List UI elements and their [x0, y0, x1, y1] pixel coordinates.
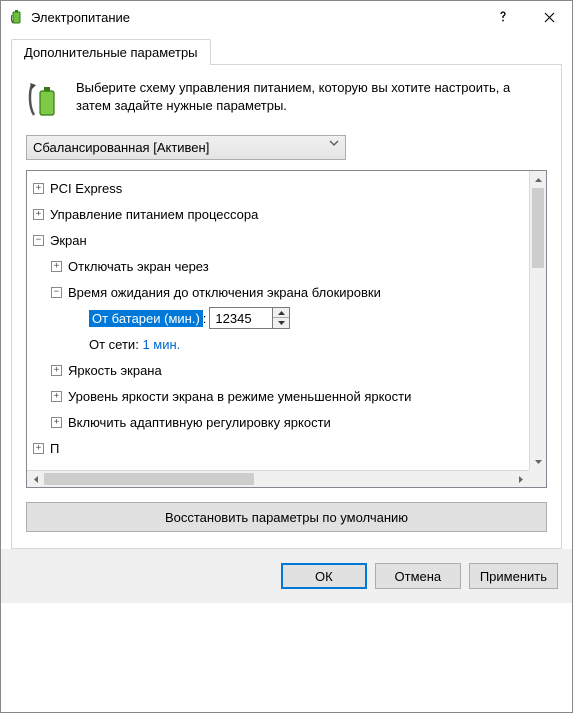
- chevron-down-icon: [329, 140, 339, 146]
- scroll-up-icon[interactable]: [530, 171, 546, 188]
- battery-timeout-input[interactable]: [209, 307, 273, 329]
- tree-item-pci[interactable]: +PCI Express: [33, 175, 523, 201]
- intro-text: Выберите схему управления питанием, кото…: [76, 79, 547, 119]
- spinner-down-icon[interactable]: [273, 318, 289, 328]
- horizontal-scrollbar[interactable]: [27, 470, 529, 487]
- tree-item-screen-off[interactable]: +Отключать экран через: [51, 253, 523, 279]
- expand-icon[interactable]: +: [51, 391, 62, 402]
- help-button[interactable]: [480, 1, 526, 33]
- ac-timeout-row[interactable]: От сети: 1 мин.: [89, 331, 523, 357]
- tree-item-dim-brightness[interactable]: +Уровень яркости экрана в режиме уменьше…: [51, 383, 523, 409]
- spinner-up-icon[interactable]: [273, 308, 289, 318]
- ac-value: 1 мин.: [142, 337, 180, 352]
- apply-button[interactable]: Применить: [469, 563, 558, 589]
- scroll-thumb[interactable]: [44, 473, 254, 485]
- battery-app-icon: [9, 9, 25, 25]
- scroll-left-icon[interactable]: [27, 471, 44, 487]
- tree-item-cut[interactable]: +П: [33, 435, 523, 461]
- power-plan-icon: [26, 79, 64, 119]
- tab-label: Дополнительные параметры: [24, 45, 198, 60]
- tree-item-screen[interactable]: −Экран: [33, 227, 523, 253]
- scroll-corner: [529, 470, 546, 487]
- battery-label-selected[interactable]: От батареи (мин.): [89, 310, 203, 327]
- tree-item-cpu[interactable]: +Управление питанием процессора: [33, 201, 523, 227]
- expand-icon[interactable]: +: [51, 365, 62, 376]
- ok-button[interactable]: ОК: [281, 563, 367, 589]
- cancel-button[interactable]: Отмена: [375, 563, 461, 589]
- scroll-down-icon[interactable]: [530, 453, 546, 470]
- scroll-right-icon[interactable]: [512, 471, 529, 487]
- ac-label: От сети:: [89, 337, 139, 352]
- collapse-icon[interactable]: −: [33, 235, 44, 246]
- expand-icon[interactable]: +: [51, 417, 62, 428]
- battery-timeout-spinner[interactable]: [273, 307, 290, 329]
- settings-tree: +PCI Express +Управление питанием процес…: [26, 170, 547, 488]
- expand-icon[interactable]: +: [33, 209, 44, 220]
- power-plan-combo[interactable]: Сбалансированная [Активен]: [26, 135, 346, 160]
- collapse-icon[interactable]: −: [51, 287, 62, 298]
- dialog-buttons: ОК Отмена Применить: [1, 549, 572, 603]
- tree-item-adaptive-brightness[interactable]: +Включить адаптивную регулировку яркости: [51, 409, 523, 435]
- vertical-scrollbar[interactable]: [529, 171, 546, 470]
- expand-icon[interactable]: +: [33, 443, 44, 454]
- expand-icon[interactable]: +: [33, 183, 44, 194]
- tree-item-brightness[interactable]: +Яркость экрана: [51, 357, 523, 383]
- scroll-thumb[interactable]: [532, 188, 544, 268]
- tab-advanced-settings[interactable]: Дополнительные параметры: [11, 39, 211, 65]
- battery-timeout-row: От батареи (мин.):: [89, 305, 523, 331]
- expand-icon[interactable]: +: [51, 261, 62, 272]
- window-title: Электропитание: [31, 10, 130, 25]
- restore-defaults-button[interactable]: Восстановить параметры по умолчанию: [26, 502, 547, 532]
- titlebar: Электропитание: [1, 1, 572, 33]
- close-button[interactable]: [526, 1, 572, 33]
- combo-selected: Сбалансированная [Активен]: [33, 140, 209, 155]
- tree-item-lock-timeout[interactable]: −Время ожидания до отключения экрана бло…: [51, 279, 523, 305]
